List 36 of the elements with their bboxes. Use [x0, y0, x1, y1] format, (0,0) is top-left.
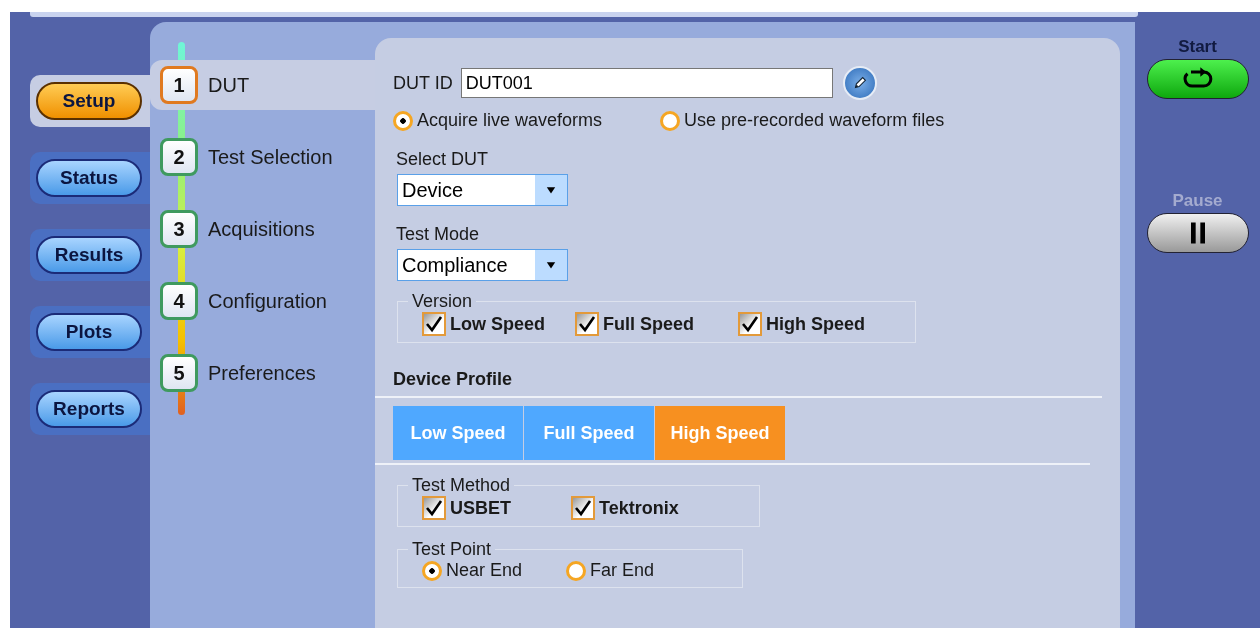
field-label: DUT ID — [393, 72, 453, 94]
field-label: Test Mode — [396, 224, 480, 245]
nav-button[interactable]: Status — [36, 159, 142, 197]
step-item[interactable]: 3 Acquisitions — [150, 204, 375, 254]
button-label: Start — [1178, 37, 1217, 57]
step-item[interactable]: 5 Preferences — [150, 348, 375, 398]
section-title: Device Profile — [393, 369, 513, 390]
option-label: Full Speed — [603, 313, 695, 335]
step-number: 5 — [160, 354, 198, 392]
step-number: 4 — [160, 282, 198, 320]
nav-button[interactable]: Plots — [36, 313, 142, 351]
option-label: Near End — [446, 560, 523, 581]
field-label: Select DUT — [396, 149, 489, 170]
step-item[interactable]: 1 DUT — [150, 60, 375, 110]
button-label: Pause — [1172, 191, 1223, 211]
option-label: Low Speed — [450, 313, 545, 335]
dropdown[interactable]: Device — [397, 174, 568, 206]
step-item[interactable]: 4 Configuration — [150, 276, 375, 326]
nav-button[interactable]: Reports — [36, 390, 142, 428]
group-title: Test Method — [411, 475, 512, 496]
option-label: Use pre-recorded waveform files — [684, 110, 945, 131]
input-field[interactable]: DUT001 — [460, 68, 833, 98]
option-label: Far End — [590, 560, 655, 581]
step-number: 3 — [160, 210, 198, 248]
option-label: USBET — [450, 497, 511, 519]
option-label: Tektronix — [599, 497, 679, 519]
step-number: 2 — [160, 138, 198, 176]
step-item[interactable]: 2 Test Selection — [150, 132, 375, 182]
nav-button[interactable]: Setup — [36, 82, 142, 120]
dropdown[interactable]: Compliance — [397, 249, 568, 281]
step-number: 1 — [160, 66, 198, 104]
group-title: Version — [411, 291, 474, 312]
option-label: Acquire live waveforms — [417, 110, 603, 131]
option-label: High Speed — [766, 313, 866, 335]
nav-button[interactable]: Results — [36, 236, 142, 274]
group-title: Test Point — [411, 539, 493, 560]
